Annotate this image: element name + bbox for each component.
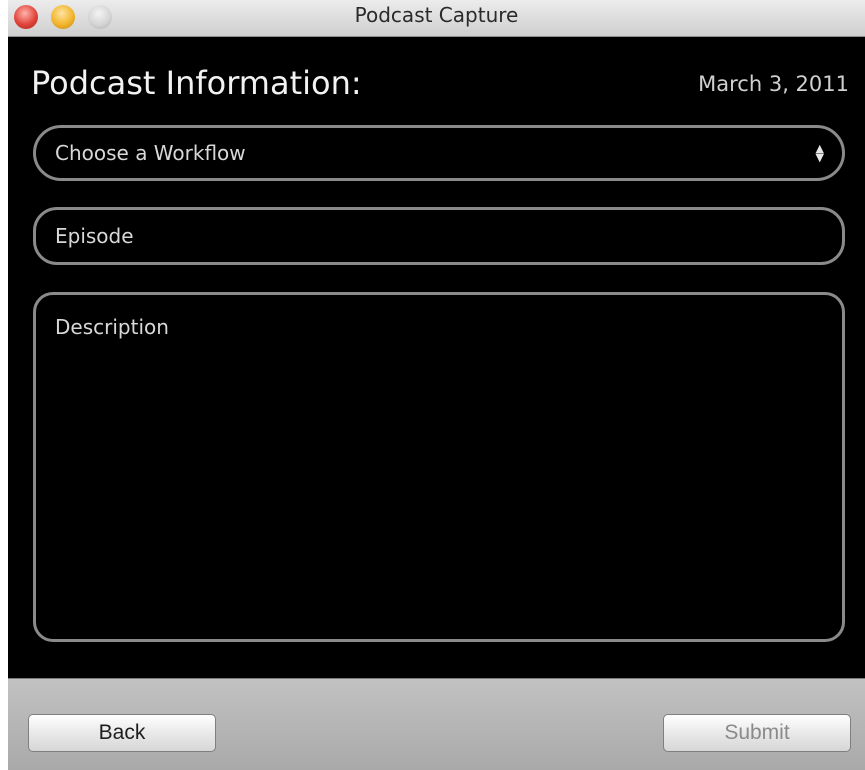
date-label: March 3, 2011	[698, 72, 849, 96]
submit-button[interactable]: Submit	[663, 714, 851, 752]
form-panel: Podcast Information: March 3, 2011 Choos…	[8, 37, 865, 678]
workflow-select[interactable]: Choose a Workflow ▲ ▼	[33, 125, 845, 181]
page-title: Podcast Information:	[31, 64, 362, 102]
description-field[interactable]	[33, 292, 845, 642]
workflow-select-value: Choose a Workflow	[55, 141, 246, 165]
title-bar[interactable]: Podcast Capture	[8, 0, 865, 37]
up-down-arrows-icon: ▲ ▼	[815, 142, 824, 164]
app-window: Podcast Capture Podcast Information: Mar…	[8, 0, 865, 770]
back-button[interactable]: Back	[28, 714, 216, 752]
episode-field[interactable]	[33, 207, 845, 265]
window-title: Podcast Capture	[354, 3, 519, 27]
bottom-bar: Back Submit	[8, 678, 865, 770]
